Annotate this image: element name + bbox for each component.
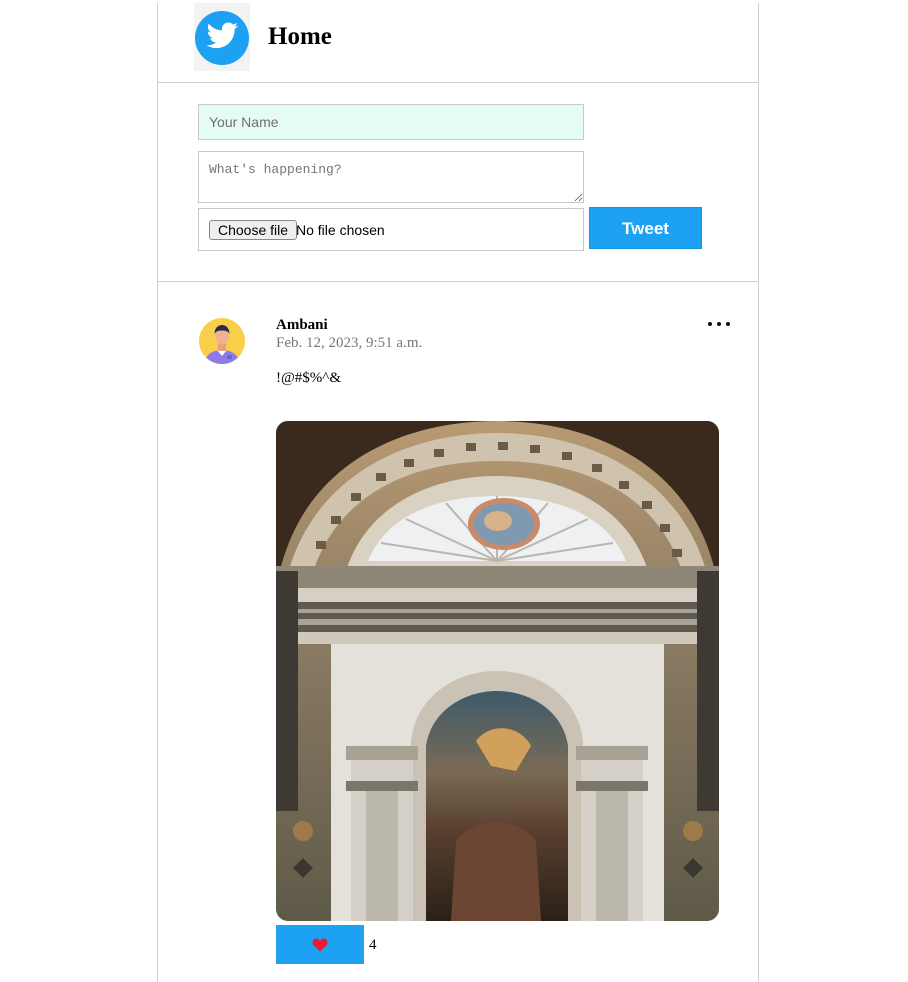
menu-dot xyxy=(726,322,730,326)
file-status-text: No file chosen xyxy=(296,222,385,238)
file-upload-field: Choose file No file chosen xyxy=(198,208,584,251)
twitter-bird-icon xyxy=(195,11,249,65)
choose-file-button[interactable]: Choose file xyxy=(209,220,298,240)
post-image[interactable] xyxy=(276,421,719,921)
tweet-button[interactable]: Tweet xyxy=(589,207,702,249)
menu-dot xyxy=(717,322,721,326)
twitter-logo[interactable] xyxy=(194,3,250,71)
user-avatar-icon[interactable] xyxy=(198,317,246,365)
menu-dot xyxy=(708,322,712,326)
tweet-post: Ambani Feb. 12, 2023, 9:51 a.m. !@#$%^& xyxy=(158,282,758,982)
page-header: Home xyxy=(158,3,758,83)
feed-column: Home Choose file No file chosen Tweet xyxy=(157,3,759,982)
like-count: 4 xyxy=(369,937,377,953)
heart-icon xyxy=(312,938,328,951)
like-button[interactable] xyxy=(276,925,364,964)
name-input[interactable] xyxy=(198,104,584,140)
church-altar-photo xyxy=(276,421,719,921)
compose-tweet-form: Choose file No file chosen Tweet xyxy=(158,83,758,282)
more-options-icon[interactable] xyxy=(708,316,730,332)
post-timestamp: Feb. 12, 2023, 9:51 a.m. xyxy=(276,335,423,351)
tweet-text-input[interactable] xyxy=(198,151,584,203)
page-title: Home xyxy=(268,23,332,50)
post-text: !@#$%^& xyxy=(276,370,342,386)
author-name[interactable]: Ambani xyxy=(276,316,328,334)
